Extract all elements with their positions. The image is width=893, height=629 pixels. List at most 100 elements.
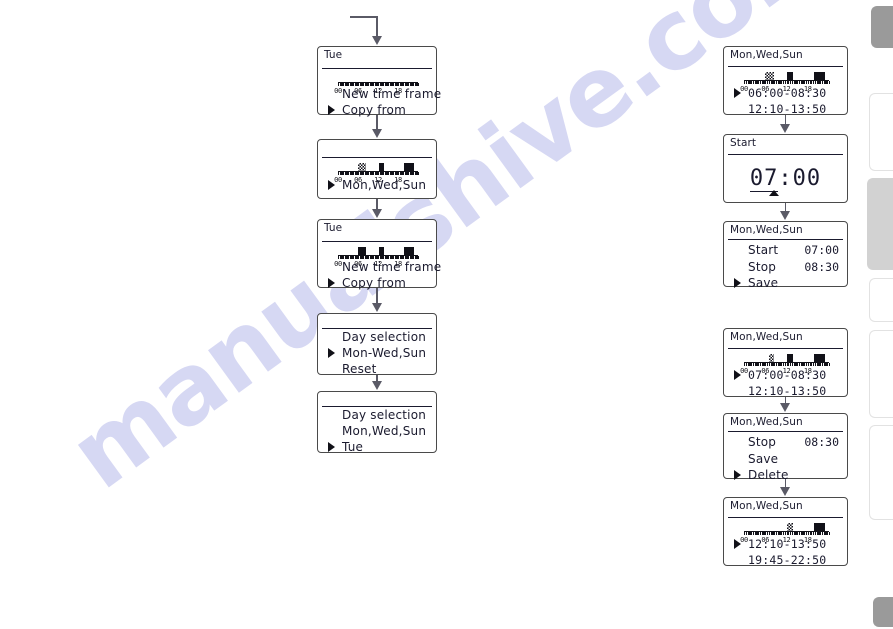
- menu-item[interactable]: 12:10-13:50: [748, 537, 826, 551]
- page-edge-tab-4[interactable]: [869, 278, 893, 322]
- page-edge-tab-1[interactable]: [871, 6, 893, 48]
- title-divider: [728, 517, 843, 518]
- menu-item[interactable]: 07:00-08:30: [748, 368, 826, 382]
- title-divider: [728, 348, 843, 349]
- timeline-ticks: [744, 363, 831, 366]
- screen-title: Mon,Wed,Sun: [730, 224, 803, 236]
- connector-arrowhead-icon: [780, 211, 791, 220]
- title-divider: [728, 239, 843, 240]
- timeline-tick-label: 00: [740, 367, 748, 375]
- menu-item[interactable]: 19:45-22:50: [748, 553, 826, 567]
- timeline-block: [403, 247, 415, 255]
- lcd-screen-right-2[interactable]: Start 07:00: [723, 134, 848, 203]
- connector-arrowhead-icon: [780, 124, 791, 133]
- page-edge-tab-5[interactable]: [869, 330, 893, 418]
- menu-item-value: 07:00: [804, 243, 839, 257]
- timeline-block: [787, 354, 793, 362]
- menu-item[interactable]: Mon,Wed,Sun: [342, 178, 426, 192]
- menu-item[interactable]: Tue: [342, 440, 363, 454]
- connector-line: [376, 16, 378, 37]
- timeline-block: [378, 247, 385, 255]
- menu-item-value: 08:30: [804, 260, 839, 274]
- lcd-screen-left-5[interactable]: Day selection Mon,Wed,Sun Tue: [317, 391, 437, 454]
- lcd-screen-left-4[interactable]: Day selection Mon-Wed,Sun Reset: [317, 313, 437, 376]
- timeline-ticks: [338, 83, 420, 86]
- screen-title: Mon,Wed,Sun: [730, 331, 803, 343]
- menu-item[interactable]: New time frame: [342, 87, 441, 101]
- timeline-block: [813, 354, 825, 362]
- timeline-ticks: [338, 256, 420, 259]
- selection-cursor-icon: [734, 539, 741, 549]
- connector-line: [350, 16, 377, 18]
- connector-arrowhead-icon: [372, 129, 382, 138]
- selection-cursor-icon: [734, 278, 741, 288]
- menu-item[interactable]: Delete: [748, 468, 789, 482]
- selection-cursor-icon: [734, 370, 741, 380]
- connector-arrowhead-icon: [780, 403, 791, 412]
- menu-item[interactable]: Start: [748, 243, 778, 257]
- title-divider: [728, 66, 843, 67]
- selection-cursor-icon: [328, 348, 335, 358]
- selection-cursor-icon: [328, 442, 335, 452]
- menu-item[interactable]: Stop: [748, 435, 776, 449]
- menu-item[interactable]: Mon-Wed,Sun: [342, 346, 426, 360]
- title-divider: [728, 154, 843, 155]
- page-edge-tab-7[interactable]: [873, 597, 893, 627]
- menu-item[interactable]: Day selection: [342, 330, 426, 344]
- time-editor-minutes[interactable]: :00: [778, 166, 821, 191]
- menu-item[interactable]: 12:10-13:50: [748, 384, 826, 398]
- connector-arrowhead-icon: [372, 36, 382, 45]
- menu-item[interactable]: 12:10-13:50: [748, 102, 826, 116]
- menu-item[interactable]: Copy from: [342, 276, 406, 290]
- title-divider: [322, 406, 432, 407]
- timeline-block: [358, 247, 367, 255]
- screen-title: Mon,Wed,Sun: [730, 416, 803, 428]
- menu-item[interactable]: Stop: [748, 260, 776, 274]
- menu-item[interactable]: Day selection: [342, 408, 426, 422]
- timeline-block: [403, 163, 415, 171]
- menu-item[interactable]: Mon,Wed,Sun: [342, 424, 426, 438]
- screen-title: Tue: [324, 222, 343, 234]
- connector-line: [376, 115, 378, 130]
- page-edge-tab-3[interactable]: [867, 178, 893, 270]
- timeline-block: [813, 523, 825, 531]
- menu-item-value: 08:30: [804, 435, 839, 449]
- selection-cursor-icon: [328, 278, 335, 288]
- lcd-screen-left-2[interactable]: 00 06 12 18 Mon,Wed,Sun: [317, 139, 437, 199]
- selection-cursor-icon: [328, 105, 335, 115]
- timeline-block: [787, 72, 793, 80]
- menu-item[interactable]: 06:00-08:30: [748, 86, 826, 100]
- lcd-screen-right-6[interactable]: Mon,Wed,Sun 00 06 12 18 12:10-13:50 19:45-22:5…: [723, 497, 848, 567]
- menu-item[interactable]: Copy from: [342, 103, 406, 117]
- selection-cursor-icon: [734, 470, 741, 480]
- menu-item[interactable]: Save: [748, 276, 778, 290]
- title-divider: [322, 241, 432, 242]
- screen-title: Mon,Wed,Sun: [730, 500, 803, 512]
- timeline-block: [787, 523, 793, 531]
- connector-line: [376, 288, 378, 304]
- lcd-screen-left-3[interactable]: Tue 00 06 12 18 New time frame Copy from: [317, 219, 441, 290]
- page-edge-tab-6[interactable]: [869, 425, 893, 520]
- menu-item[interactable]: New time frame: [342, 260, 441, 274]
- lcd-screen-right-4[interactable]: Mon,Wed,Sun 00 06 12 18 07:00-08:30 12:10-13:5…: [723, 328, 848, 398]
- title-divider: [322, 68, 432, 69]
- timeline-tick-label: 00: [334, 260, 342, 268]
- lcd-screen-right-3[interactable]: Mon,Wed,Sun Start 07:00 Stop 08:30 Save: [723, 221, 848, 290]
- connector-arrowhead-icon: [780, 487, 791, 496]
- timeline-block: [765, 72, 775, 80]
- time-editor-hours[interactable]: 07: [749, 166, 779, 192]
- menu-item[interactable]: Save: [748, 452, 778, 466]
- title-divider: [728, 431, 843, 432]
- menu-item[interactable]: Reset: [342, 362, 377, 376]
- screen-title: Tue: [324, 49, 343, 61]
- lcd-screen-right-5[interactable]: Mon,Wed,Sun Stop 08:30 Save Delete: [723, 413, 848, 482]
- timeline-ticks: [338, 172, 420, 175]
- timeline-ticks: [744, 81, 831, 84]
- lcd-screen-left-1[interactable]: Tue 00 06 12 18 New time frame Copy from: [317, 46, 441, 117]
- connector-arrowhead-icon: [372, 381, 382, 390]
- time-editor-value[interactable]: 07:00: [724, 166, 847, 192]
- lcd-screen-right-1[interactable]: Mon,Wed,Sun 00 06 12 18 06:00-08:30 12:10-13:5…: [723, 46, 848, 116]
- timeline-block: [813, 72, 825, 80]
- page-edge-tab-2[interactable]: [869, 93, 893, 171]
- increment-arrow-icon[interactable]: [768, 190, 779, 196]
